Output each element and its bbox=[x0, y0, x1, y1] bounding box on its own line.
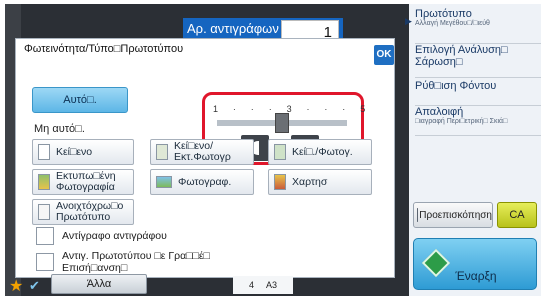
start-button[interactable]: Έναρξη bbox=[413, 238, 537, 290]
background-label: Ρύθ□ιση Φόντου bbox=[415, 80, 497, 92]
auto-button[interactable]: Αυτό□. bbox=[32, 87, 128, 113]
type-text-button[interactable]: Κεί□ενο bbox=[32, 139, 134, 165]
type-map-label: Χαρτησ bbox=[292, 175, 328, 188]
exposure-slider-knob[interactable] bbox=[275, 113, 289, 133]
ok-button[interactable]: OK bbox=[374, 45, 394, 65]
bleed-label: Αντιγ. Πρωτοτύπου □ε Γρα□□έ□ Επισή□ανση□ bbox=[62, 250, 210, 274]
type-printed-photo-label: Εκτυπω□ένη Φωτογραφία bbox=[56, 170, 116, 193]
type-text-printed-photo-label: Κεί□ενο/ Εκτ.Φωτογρ bbox=[174, 140, 231, 163]
map-icon bbox=[274, 174, 286, 190]
resolution-item[interactable]: Επιλογή Ανάλυση□ Σάρωση□ bbox=[415, 44, 541, 78]
photo-icon bbox=[156, 176, 172, 188]
type-text-photo-label: Κεί□./Φωτογ. bbox=[292, 145, 353, 158]
original-title: Πρωτότυπο bbox=[415, 8, 472, 20]
resolution-label: Επιλογή Ανάλυση□ Σάρωση□ bbox=[415, 44, 508, 68]
text-photo-icon bbox=[274, 144, 286, 160]
exposure-dialog: Φωτεινότητα/Τύπο□Πρωτοτύπου OK Αυτό□. Μη… bbox=[15, 38, 395, 278]
other-button[interactable]: Άλλα bbox=[51, 274, 147, 294]
type-text-photo-button[interactable]: Κεί□./Φωτογ. bbox=[268, 139, 372, 165]
copier-screen: Αρ. αντιγράφων 1 ▶ Πρωτότυπο Αλλαγή Μεγέ… bbox=[5, 4, 541, 296]
star-icon[interactable]: ★ bbox=[9, 276, 27, 295]
printed-photo-icon bbox=[38, 174, 50, 190]
ca-button[interactable]: CA bbox=[497, 202, 537, 228]
original-item[interactable]: ▶ Πρωτότυπο Αλλαγή Μεγέθου□/□ιεύθ bbox=[405, 8, 541, 44]
preview-label: Προεπισκόπηση bbox=[419, 209, 492, 221]
paper-size: A3 bbox=[266, 280, 278, 290]
type-photo-label: Φωτογραφ. bbox=[178, 175, 232, 188]
dialog-title: Φωτεινότητα/Τύπο□Πρωτοτύπου bbox=[24, 43, 184, 55]
start-label: Έναρξη bbox=[455, 269, 497, 283]
type-text-printed-photo-button[interactable]: Κεί□ενο/ Εκτ.Φωτογρ bbox=[150, 139, 254, 165]
type-photo-button[interactable]: Φωτογραφ. bbox=[150, 169, 254, 195]
text-printed-photo-icon bbox=[156, 144, 168, 160]
preview-button[interactable]: Προεπισκόπηση bbox=[413, 202, 493, 228]
original-subtitle: Αλλαγή Μεγέθου□/□ιεύθ bbox=[415, 20, 490, 27]
light-original-icon bbox=[38, 204, 50, 220]
bleed-checkbox[interactable] bbox=[36, 253, 54, 271]
copies-label: Αρ. αντιγράφων bbox=[187, 21, 279, 36]
type-light-original-button[interactable]: Ανοιχτόχρω□ο Πρωτότυπο bbox=[32, 199, 134, 225]
background-item[interactable]: Ρύθ□ιση Φόντου bbox=[415, 80, 541, 106]
erase-subtitle: □ιαγραφή Περι□ετρική□ Σκιά□ bbox=[415, 118, 508, 125]
erase-title: Απαλοιφή bbox=[415, 106, 464, 118]
check-icon[interactable]: ✔ bbox=[29, 278, 45, 294]
type-map-button[interactable]: Χαρτησ bbox=[268, 169, 372, 195]
type-light-original-label: Ανοιχτόχρω□ο Πρωτότυπο bbox=[56, 200, 124, 223]
type-printed-photo-button[interactable]: Εκτυπω□ένη Φωτογραφία bbox=[32, 169, 134, 195]
play-icon: ▶ bbox=[405, 16, 412, 26]
paper-count: 4 bbox=[248, 280, 254, 290]
text-doc-icon bbox=[38, 144, 50, 160]
manual-label: Μη αυτό□. bbox=[34, 123, 85, 135]
copy-of-copy-label: Αντίγραφο αντιγράφου bbox=[62, 230, 167, 242]
erase-item[interactable]: Απαλοιφή □ιαγραφή Περι□ετρική□ Σκιά□ bbox=[415, 106, 541, 136]
paper-tray-indicator: 4 A3 bbox=[233, 276, 293, 294]
copy-of-copy-checkbox[interactable] bbox=[36, 227, 54, 245]
type-text-label: Κεί□ενο bbox=[56, 145, 93, 158]
right-panel: ▶ Πρωτότυπο Αλλαγή Μεγέθου□/□ιεύθ Επιλογ… bbox=[405, 4, 541, 296]
